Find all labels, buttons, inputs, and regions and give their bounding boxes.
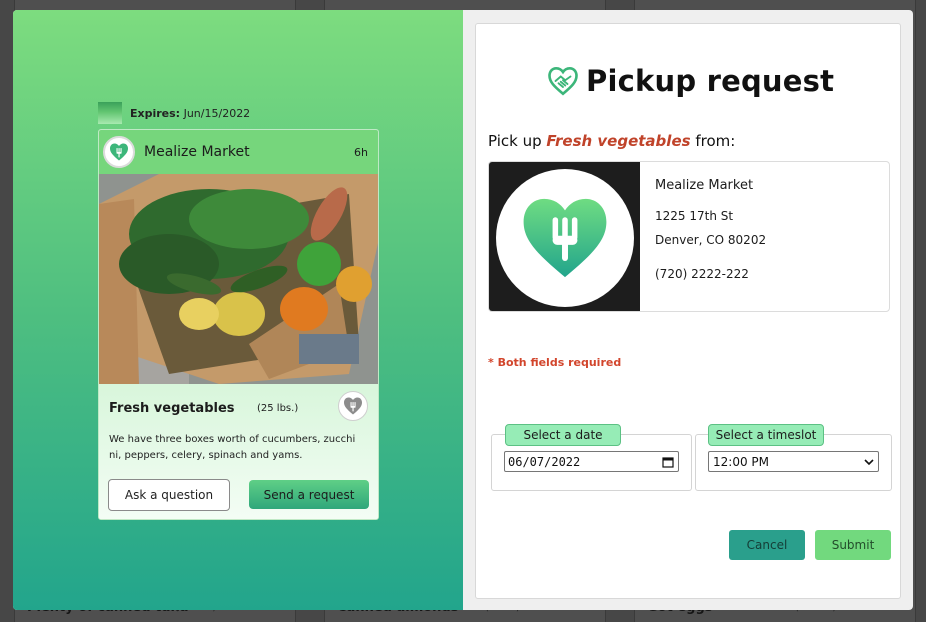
chevron-down-icon	[864, 458, 874, 465]
favorite-button[interactable]	[338, 391, 368, 421]
listing-description: We have three boxes worth of cucumbers, …	[109, 434, 356, 461]
pickup-form-panel: Pickup request Pick up Fresh vegetables …	[475, 23, 901, 599]
store-address-line2: Denver, CO 80202	[655, 233, 767, 247]
store-details: Mealize Market 1225 17th St Denver, CO 8…	[655, 178, 766, 281]
listing-actions: Ask a question Send a request	[108, 479, 369, 511]
ask-question-button[interactable]: Ask a question	[108, 479, 230, 511]
date-input[interactable]: 06/07/2022	[504, 451, 679, 472]
submit-button[interactable]: Submit	[815, 530, 891, 560]
pickup-request-modal: Expires: Jun/15/2022 Mealize Market 6h F…	[13, 10, 913, 610]
store-name: Mealize Market	[655, 178, 754, 193]
expires-row: Expires: Jun/15/2022	[98, 102, 250, 124]
store-logo-circle	[495, 168, 634, 307]
pickup-prefix: Pick up	[488, 132, 542, 150]
listing-card: Mealize Market 6h Fresh vegetables (25 l…	[98, 129, 379, 520]
heart-fork-logo-icon	[110, 143, 128, 161]
send-request-button[interactable]: Send a request	[249, 480, 369, 509]
timeslot-select-value: 12:00 PM	[713, 454, 769, 469]
pickup-title-row: Pickup request	[548, 64, 834, 98]
cancel-button[interactable]: Cancel	[729, 530, 805, 560]
mealize-logo-icon	[523, 198, 606, 277]
date-field-group: Select a date 06/07/2022	[491, 424, 692, 491]
pickup-title: Pickup request	[586, 64, 835, 98]
handshake-heart-icon	[548, 66, 578, 96]
listing-title-row: Fresh vegetables (25 lbs.)	[109, 398, 368, 418]
listing-preview-panel: Expires: Jun/15/2022 Mealize Market 6h F…	[13, 10, 463, 610]
listing-weight: (25 lbs.)	[257, 402, 299, 414]
listing-card-body: Fresh vegetables (25 lbs.) We have three…	[99, 384, 378, 519]
pickup-summary: Pick up Fresh vegetables from:	[488, 132, 735, 150]
date-field-label: Select a date	[505, 424, 621, 446]
expires-date: Jun/15/2022	[183, 106, 251, 120]
flag-icon	[98, 102, 122, 124]
timeslot-field-label: Select a timeslot	[708, 424, 824, 446]
date-input-value: 06/07/2022	[508, 454, 581, 469]
pickup-item: Fresh vegetables	[546, 132, 691, 150]
store-avatar[interactable]	[103, 136, 135, 168]
expires-text: Expires: Jun/15/2022	[130, 107, 250, 120]
vegetables-photo-illustration	[99, 174, 378, 384]
listing-card-header: Mealize Market 6h	[99, 130, 378, 174]
expires-label: Expires:	[130, 106, 181, 120]
heart-fork-icon	[344, 397, 362, 415]
store-address-line1: 1225 17th St	[655, 209, 734, 223]
timeslot-field-group: Select a timeslot 12:00 PM	[695, 424, 892, 491]
calendar-icon[interactable]	[662, 456, 674, 468]
listing-store-name: Mealize Market	[144, 144, 250, 160]
listing-posted-ago: 6h	[354, 145, 368, 159]
store-info-card: Mealize Market 1225 17th St Denver, CO 8…	[488, 161, 890, 312]
store-phone: (720) 2222-222	[655, 267, 749, 281]
timeslot-select[interactable]: 12:00 PM	[708, 451, 879, 472]
listing-title: Fresh vegetables	[109, 400, 235, 416]
listing-photo	[99, 174, 378, 384]
store-logo	[489, 162, 640, 311]
pickup-suffix: from:	[695, 132, 736, 150]
required-fields-note: * Both fields required	[488, 356, 622, 369]
